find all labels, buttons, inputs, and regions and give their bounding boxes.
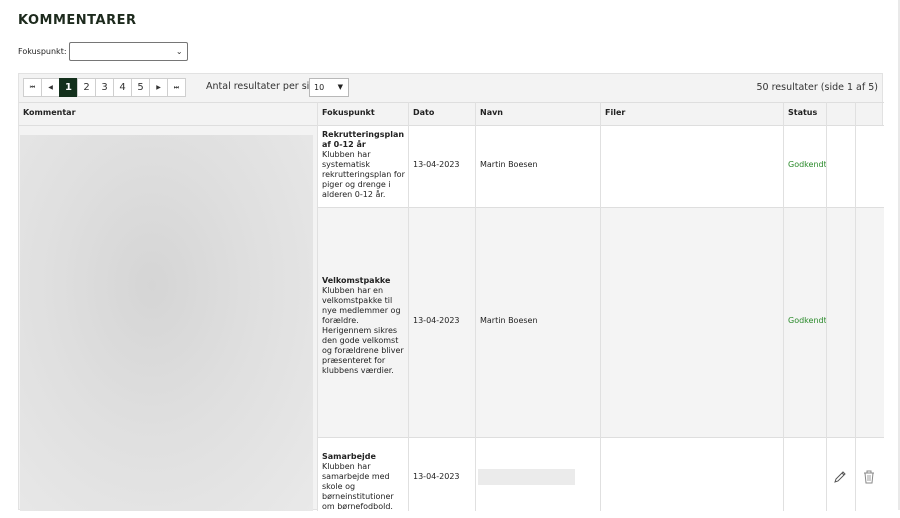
page-button-3[interactable]: 3 bbox=[95, 78, 114, 97]
page-button-1[interactable]: 1 bbox=[59, 78, 78, 97]
table-top-rule bbox=[19, 102, 884, 103]
col-rule bbox=[855, 102, 856, 511]
col-rule bbox=[475, 102, 476, 511]
col-rule bbox=[317, 102, 318, 511]
page-button-5[interactable]: 5 bbox=[131, 78, 150, 97]
col-rule bbox=[600, 102, 601, 511]
navn-redacted bbox=[478, 469, 575, 485]
dato-cell: 13-04-2023 bbox=[413, 316, 460, 325]
fokuspunkt-cell: Samarbejde Klubben har samarbejde med sk… bbox=[322, 452, 408, 512]
dato-cell: 13-04-2023 bbox=[413, 160, 460, 169]
table-row: Velkomstpakke Klubben har en velkomstpak… bbox=[318, 208, 884, 437]
col-rule bbox=[783, 102, 784, 511]
pagination: ⏮ ◀ 1 2 3 4 5 ▶ ⏭ bbox=[23, 78, 186, 97]
pencil-icon[interactable] bbox=[833, 469, 847, 483]
fokuspunkt-filter: Fokuspunkt: ⌄ bbox=[18, 42, 188, 61]
dato-cell: 13-04-2023 bbox=[413, 472, 460, 481]
kommentar-blurred-content bbox=[20, 135, 313, 511]
page-title: KOMMENTARER bbox=[18, 13, 137, 28]
fokuspunkt-cell: Rekrutteringsplan af 0-12 år Klubben har… bbox=[322, 130, 408, 200]
fokuspunkt-text: Klubben har en velkomstpakke til nye med… bbox=[322, 286, 404, 375]
fokuspunkt-text: Klubben har samarbejde med skole og børn… bbox=[322, 462, 394, 511]
navn-cell: Martin Boesen bbox=[480, 316, 538, 325]
prev-page-button[interactable]: ◀ bbox=[41, 78, 60, 97]
results-count: 50 resultater (side 1 af 5) bbox=[756, 82, 879, 93]
per-page-value: 10 bbox=[314, 83, 325, 92]
col-header-navn[interactable]: Navn bbox=[476, 102, 503, 126]
trash-icon[interactable] bbox=[862, 469, 876, 484]
table-row: Samarbejde Klubben har samarbejde med sk… bbox=[318, 438, 884, 518]
results-panel: ⏮ ◀ 1 2 3 4 5 ▶ ⏭ Antal resultater per s… bbox=[18, 73, 884, 518]
last-page-button[interactable]: ⏭ bbox=[167, 78, 186, 97]
fokuspunkt-select[interactable]: ⌄ bbox=[68, 42, 188, 61]
fokuspunkt-cell: Velkomstpakke Klubben har en velkomstpak… bbox=[322, 276, 408, 376]
table-row: Rekrutteringsplan af 0-12 år Klubben har… bbox=[318, 126, 884, 207]
col-header-kommentar[interactable]: Kommentar bbox=[19, 102, 76, 126]
col-header-filer[interactable]: Filer bbox=[601, 102, 625, 126]
col-rule bbox=[408, 102, 409, 511]
page-button-4[interactable]: 4 bbox=[113, 78, 132, 97]
status-badge: Godkendt bbox=[788, 316, 827, 325]
col-header-fokuspunkt[interactable]: Fokuspunkt bbox=[318, 102, 375, 126]
fokuspunkt-title: Samarbejde bbox=[322, 452, 376, 461]
col-rule bbox=[826, 102, 827, 511]
caret-down-icon: ▼ bbox=[337, 83, 343, 91]
fokuspunkt-title: Rekrutteringsplan af 0-12 år bbox=[322, 130, 405, 149]
fokuspunkt-title: Velkomstpakke bbox=[322, 276, 391, 285]
per-page-select[interactable]: 10 ▼ bbox=[309, 78, 349, 97]
next-page-button[interactable]: ▶ bbox=[149, 78, 168, 97]
navn-cell: Martin Boesen bbox=[480, 160, 538, 169]
status-badge: Godkendt bbox=[788, 160, 827, 169]
col-header-status[interactable]: Status bbox=[784, 102, 817, 126]
col-header-dato[interactable]: Dato bbox=[409, 102, 434, 126]
page-button-2[interactable]: 2 bbox=[77, 78, 96, 97]
first-page-button[interactable]: ⏮ bbox=[23, 78, 42, 97]
per-page-label: Antal resultater per side bbox=[206, 81, 322, 92]
chevron-down-icon: ⌄ bbox=[175, 47, 183, 56]
fokuspunkt-text: Klubben har systematisk rekrutteringspla… bbox=[322, 150, 405, 199]
fokuspunkt-label: Fokuspunkt: bbox=[18, 47, 67, 56]
